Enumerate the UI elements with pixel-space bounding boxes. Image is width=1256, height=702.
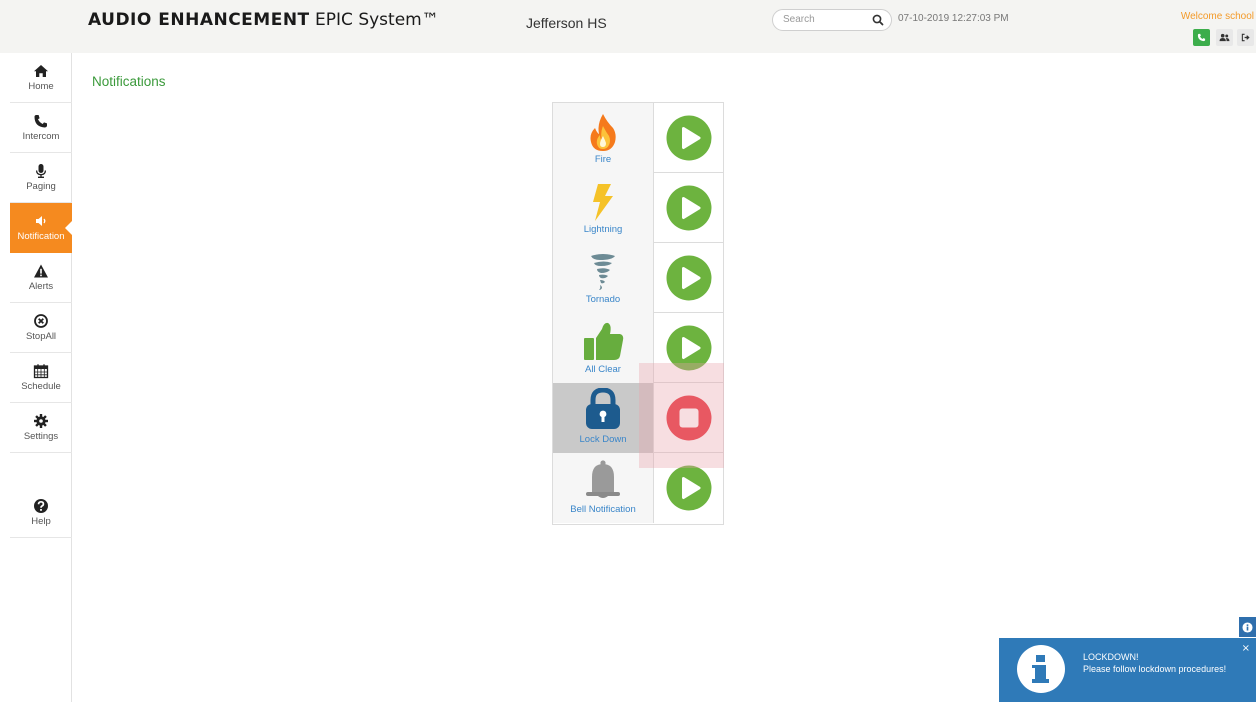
stop-icon (666, 395, 711, 441)
home-icon (34, 65, 48, 77)
play-icon (666, 325, 711, 371)
info-tab[interactable] (1239, 617, 1256, 637)
sidebar-item-label: Home (28, 81, 54, 92)
toast-close-button[interactable]: × (1242, 644, 1250, 654)
sidebar-item-home[interactable]: Home (10, 53, 72, 103)
notification-row-bell: Bell Notification (553, 453, 723, 523)
play-fire-button[interactable] (654, 103, 723, 173)
top-header: AUDIO ENHANCEMENT EPIC System™ Jefferson… (0, 0, 1256, 53)
sidebar-item-label: Help (31, 516, 51, 527)
notification-label: Fire (594, 154, 612, 165)
notification-tile-lightning[interactable]: Lightning (553, 173, 654, 243)
sidebar-item-label: Alerts (28, 281, 54, 292)
notification-tile-lock-down[interactable]: Lock Down (553, 383, 654, 453)
lightning-icon (593, 184, 613, 221)
school-name: Jefferson HS (526, 15, 607, 31)
play-icon (666, 255, 711, 301)
tornado-icon (591, 254, 615, 290)
question-circle-icon (34, 499, 48, 513)
notification-label: Bell Notification (570, 504, 636, 515)
info-circle-icon (1017, 645, 1065, 693)
sidebar-item-settings[interactable]: Settings (10, 403, 72, 453)
play-icon (666, 115, 711, 161)
notification-label: Tornado (585, 294, 621, 305)
play-icon (666, 185, 711, 231)
sidebar-item-paging[interactable]: Paging (10, 153, 72, 203)
users-icon (1219, 33, 1230, 42)
phone-icon (1197, 33, 1206, 42)
notifications-grid: Fire Lightning Tornado All Clear Lock Do… (552, 102, 724, 525)
notification-row-fire: Fire (553, 103, 723, 173)
logout-icon (1241, 33, 1250, 42)
play-icon (666, 465, 711, 511)
notification-label: All Clear (585, 364, 621, 375)
brand-logo: AUDIO ENHANCEMENT EPIC System™ (88, 10, 439, 30)
sidebar-item-label: Settings (23, 431, 59, 442)
gear-icon (34, 414, 48, 428)
toast-title: LOCKDOWN! (1083, 652, 1139, 662)
sidebar-item-help[interactable]: Help (10, 488, 72, 538)
notification-row-lock-down: Lock Down (553, 383, 723, 453)
thumbs-up-icon (584, 322, 624, 360)
sidebar-item-intercom[interactable]: Intercom (10, 103, 72, 153)
notification-row-tornado: Tornado (553, 243, 723, 313)
notification-label: Lightning (583, 224, 623, 235)
notification-row-lightning: Lightning (553, 173, 723, 243)
bell-icon (586, 460, 620, 498)
phone-icon (34, 115, 47, 128)
sidebar-item-label: Schedule (21, 381, 61, 392)
search-icon[interactable] (871, 13, 885, 27)
datetime: 07-10-2019 12:27:03 PM (898, 13, 1009, 24)
sidebar-item-notification[interactable]: Notification (10, 203, 73, 253)
play-bell-button[interactable] (654, 453, 723, 523)
notification-tile-bell[interactable]: Bell Notification (553, 453, 654, 523)
calendar-icon (33, 364, 49, 379)
lockdown-toast: LOCKDOWN! Please follow lockdown procedu… (999, 638, 1256, 702)
sidebar-item-stopall[interactable]: StopAll (10, 303, 72, 353)
warning-icon (34, 264, 48, 278)
stop-lock-down-button[interactable] (654, 383, 723, 453)
sidebar-item-alerts[interactable]: Alerts (10, 253, 72, 303)
stop-circle-icon (34, 314, 48, 328)
notification-tile-tornado[interactable]: Tornado (553, 243, 654, 313)
microphone-icon (35, 164, 47, 179)
brand-rest: EPIC System™ (309, 10, 439, 30)
brand-bold: AUDIO ENHANCEMENT (88, 10, 310, 30)
search-box[interactable] (772, 9, 892, 31)
lock-icon (586, 388, 620, 429)
logout-button[interactable] (1237, 29, 1254, 46)
sidebar-item-label: StopAll (25, 331, 57, 342)
play-lightning-button[interactable] (654, 173, 723, 243)
notification-label: Lock Down (579, 434, 627, 445)
play-all-clear-button[interactable] (654, 313, 723, 383)
sidebar-item-label: Paging (26, 181, 56, 192)
notification-row-all-clear: All Clear (553, 313, 723, 383)
welcome-text: Welcome school (1180, 11, 1254, 22)
users-button[interactable] (1216, 29, 1233, 46)
search-input[interactable] (783, 14, 863, 25)
play-tornado-button[interactable] (654, 243, 723, 313)
sidebar-item-schedule[interactable]: Schedule (10, 353, 72, 403)
fire-icon (590, 114, 616, 151)
sidebar-item-label: Intercom (22, 131, 60, 142)
speaker-icon (36, 216, 46, 226)
sidebar-item-label: Notification (17, 231, 65, 242)
page-title: Notifications (92, 74, 166, 89)
sidebar: Home Intercom Paging Notification Alerts… (0, 53, 73, 702)
toast-message: Please follow lockdown procedures! (1083, 664, 1227, 674)
notification-tile-all-clear[interactable]: All Clear (553, 313, 654, 383)
intercom-button[interactable] (1193, 29, 1210, 46)
info-icon (1242, 621, 1253, 633)
notification-tile-fire[interactable]: Fire (553, 103, 654, 173)
